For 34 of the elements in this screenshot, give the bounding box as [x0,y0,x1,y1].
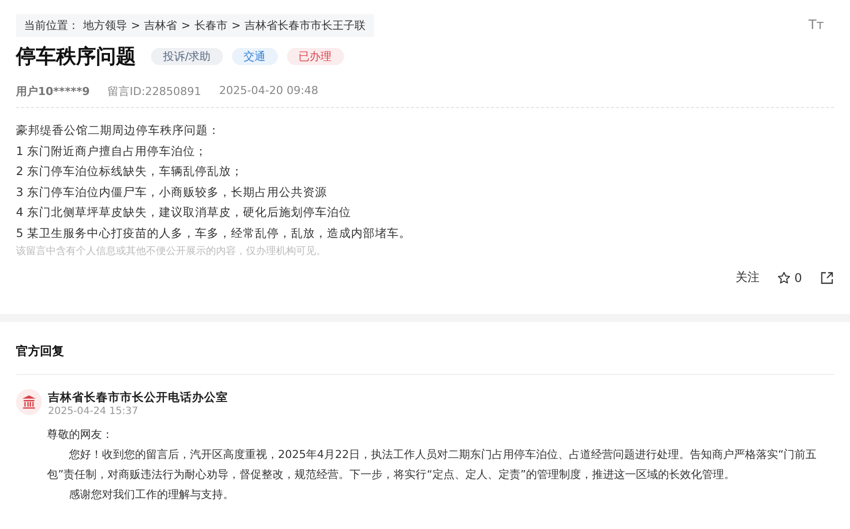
share-icon[interactable] [820,270,834,284]
reply-greeting: 尊敬的网友： [47,427,114,443]
breadcrumb-label: 当前位置： [24,18,79,33]
tag: 投诉/求助 [151,48,223,65]
breadcrumb-separator: > [231,18,241,33]
reply-paragraph: 您好！收到您的留言后，汽开区高度重视，2025年4月22日，执法工作人员对二期东门占用停车泊位、占道经营问题进行处理。告知商户严格落实“门前五包”责任制，对商贩违法行为耐心劝导，督促整改，规范经营。下一步，将实行“定点、定人、定责”的管理制度，推进这一区域的长效化管理。 [47,447,818,483]
breadcrumb-separator: > [181,18,190,33]
section-heading: 官方回复 [15,343,65,360]
breadcrumb-link[interactable]: 吉林省长春市市长王子联 [244,18,366,33]
page-title: 停车秩序问题 [16,43,136,70]
government-building-icon [16,389,42,415]
privacy-note: 该留言中含有个人信息或其他不便公开展示的内容，仅办理机构可见。 [16,244,327,259]
message-id: 留言ID:22850891 [108,84,202,99]
breadcrumb-separator: > [131,18,140,33]
user-name: 用户10*****9 [16,84,90,99]
message-line: 1 东门附近商户擅自占用停车泊位； [16,142,208,160]
tag: 交通 [232,48,278,65]
favorite-count: 0 [794,270,802,284]
star-icon[interactable] [777,270,792,284]
reply-paragraph: 感谢您对我们工作的理解与支持。 [68,487,235,503]
message-line: 3 东门停车泊位内僵尸车，小商贩较多，长期占用公共资源 [16,184,328,200]
tag: 已办理 [286,48,344,65]
breadcrumb-link[interactable]: 地方领导 [83,18,127,33]
message-line: 5 某卫生服务中心打疫苗的人多，车多，经常乱停，乱放，造成内部堵车。 [16,224,412,242]
message-line: 4 东门北侧草坪草皮缺失，建议取消草皮，硬化后施划停车泊位 [16,204,352,221]
font-size-button[interactable]: Tт [800,14,832,37]
message-line: 2 东门停车泊位标线缺失，车辆乱停乱放； [16,163,244,180]
breadcrumb-link[interactable]: 吉林省 [144,18,178,33]
follow-button[interactable]: 关注 [735,269,760,286]
message-line: 豪邦缇香公馆二期周边停车秩序问题： [16,122,221,139]
post-time: 2025-04-20 09:48 [219,84,318,99]
office-name: 吉林省长春市市长公开电话办公室 [48,389,228,405]
reply-time: 2025-04-24 15:37 [48,405,140,419]
breadcrumb-link[interactable]: 长春市 [194,18,228,33]
